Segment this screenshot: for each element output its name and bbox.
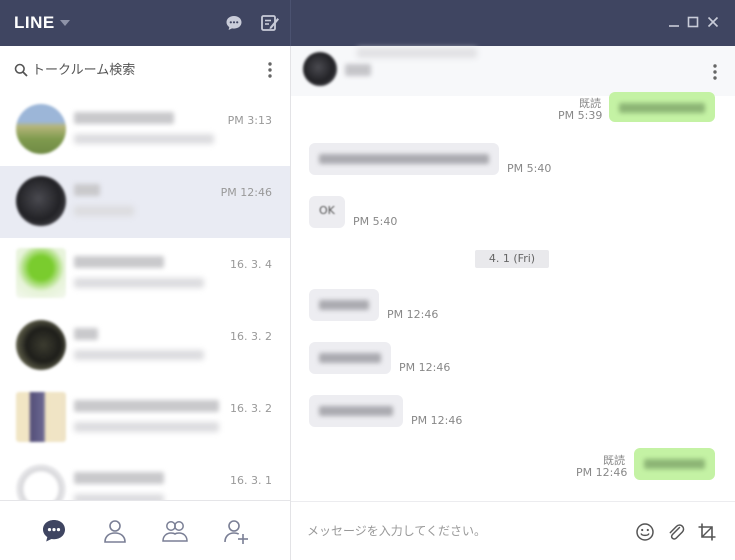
app-logo: LINE	[14, 13, 55, 32]
search-icon	[14, 63, 28, 77]
new-note-icon[interactable]	[260, 13, 280, 33]
chat-room-pane: 既読 PM 5:39 PM 5:40 OK PM 5:40 4. 1 (Fri)…	[291, 46, 735, 560]
title-bar: LINE	[0, 0, 735, 46]
chat-time: 16. 3. 2	[230, 402, 272, 415]
message-bubble-outgoing[interactable]	[609, 92, 715, 122]
chat-preview	[74, 422, 219, 432]
blurred-text	[644, 459, 705, 469]
minimize-icon[interactable]	[667, 15, 681, 29]
blurred-text	[619, 103, 705, 113]
chat-time: PM 12:46	[220, 186, 272, 199]
maximize-icon[interactable]	[686, 15, 700, 29]
chat-name	[74, 472, 164, 484]
message-time: PM 12:46	[576, 466, 628, 479]
emoji-icon[interactable]	[635, 522, 655, 542]
attach-file-icon[interactable]	[666, 522, 686, 542]
chat-name	[74, 112, 174, 124]
chat-name	[74, 328, 98, 340]
message-bubble-incoming[interactable]	[309, 143, 499, 175]
chat-list-item[interactable]: PM 3:13	[0, 94, 290, 166]
message-bubble-incoming[interactable]	[309, 342, 391, 374]
chat-list-item[interactable]: 16. 3. 4	[0, 238, 290, 310]
search-box	[0, 46, 290, 94]
chat-bubble-icon[interactable]	[225, 14, 243, 32]
message-time: PM 12:46	[399, 361, 451, 374]
avatar	[16, 464, 66, 500]
chat-time: 16. 3. 4	[230, 258, 272, 271]
bottom-nav	[0, 500, 290, 560]
avatar	[16, 248, 66, 298]
close-icon[interactable]	[706, 15, 720, 29]
screenshot-crop-icon[interactable]	[697, 522, 717, 542]
more-options-icon[interactable]	[711, 62, 719, 82]
more-options-icon[interactable]	[266, 60, 274, 80]
blurred-text	[319, 406, 393, 416]
chat-preview	[74, 206, 134, 216]
chat-list-pane: PM 3:13 PM 12:46 16. 3. 4 16. 3. 2 16. 3…	[0, 46, 291, 560]
add-friend-tab-icon[interactable]	[222, 517, 250, 545]
message-time: PM 12:46	[387, 308, 439, 321]
chat-time: PM 3:13	[227, 114, 272, 127]
chat-header-subtitle	[357, 48, 477, 58]
chat-time: 16. 3. 1	[230, 474, 272, 487]
message-time: PM 5:39	[558, 109, 603, 122]
message-time: PM 5:40	[507, 162, 552, 175]
message-bubble-incoming[interactable]	[309, 289, 379, 321]
message-time: PM 12:46	[411, 414, 463, 427]
message-time: PM 5:40	[353, 215, 398, 228]
app-menu-caret-icon[interactable]	[60, 20, 70, 26]
chat-list-item[interactable]: 16. 3. 1	[0, 454, 290, 500]
avatar	[16, 104, 66, 154]
message-bubble-incoming[interactable]: OK	[309, 196, 345, 228]
chat-list-item[interactable]: 16. 3. 2	[0, 310, 290, 382]
blurred-text	[319, 353, 381, 363]
chat-preview	[74, 350, 204, 360]
search-input[interactable]	[32, 59, 252, 81]
message-input[interactable]	[307, 520, 607, 542]
groups-tab-icon[interactable]	[161, 517, 189, 545]
chat-header-name	[345, 64, 371, 76]
chat-list-item[interactable]: PM 12:46	[0, 166, 290, 238]
avatar	[16, 392, 66, 442]
blurred-text	[319, 154, 489, 164]
chats-tab-icon[interactable]	[40, 517, 68, 545]
avatar[interactable]	[303, 52, 337, 86]
chat-header	[291, 46, 735, 96]
message-bubble-incoming[interactable]	[309, 395, 403, 427]
message-bubble-outgoing[interactable]	[634, 448, 715, 480]
chat-preview	[74, 278, 204, 288]
message-text: OK	[319, 204, 335, 217]
friends-tab-icon[interactable]	[101, 517, 129, 545]
title-divider	[290, 0, 291, 46]
date-separator: 4. 1 (Fri)	[475, 250, 549, 268]
chat-time: 16. 3. 2	[230, 330, 272, 343]
chat-preview	[74, 134, 214, 144]
chat-name	[74, 400, 219, 412]
chat-name	[74, 184, 100, 196]
blurred-text	[319, 300, 369, 310]
chat-name	[74, 256, 164, 268]
avatar	[16, 176, 66, 226]
avatar	[16, 320, 66, 370]
chat-list-item[interactable]: 16. 3. 2	[0, 382, 290, 454]
message-composer	[291, 501, 735, 560]
